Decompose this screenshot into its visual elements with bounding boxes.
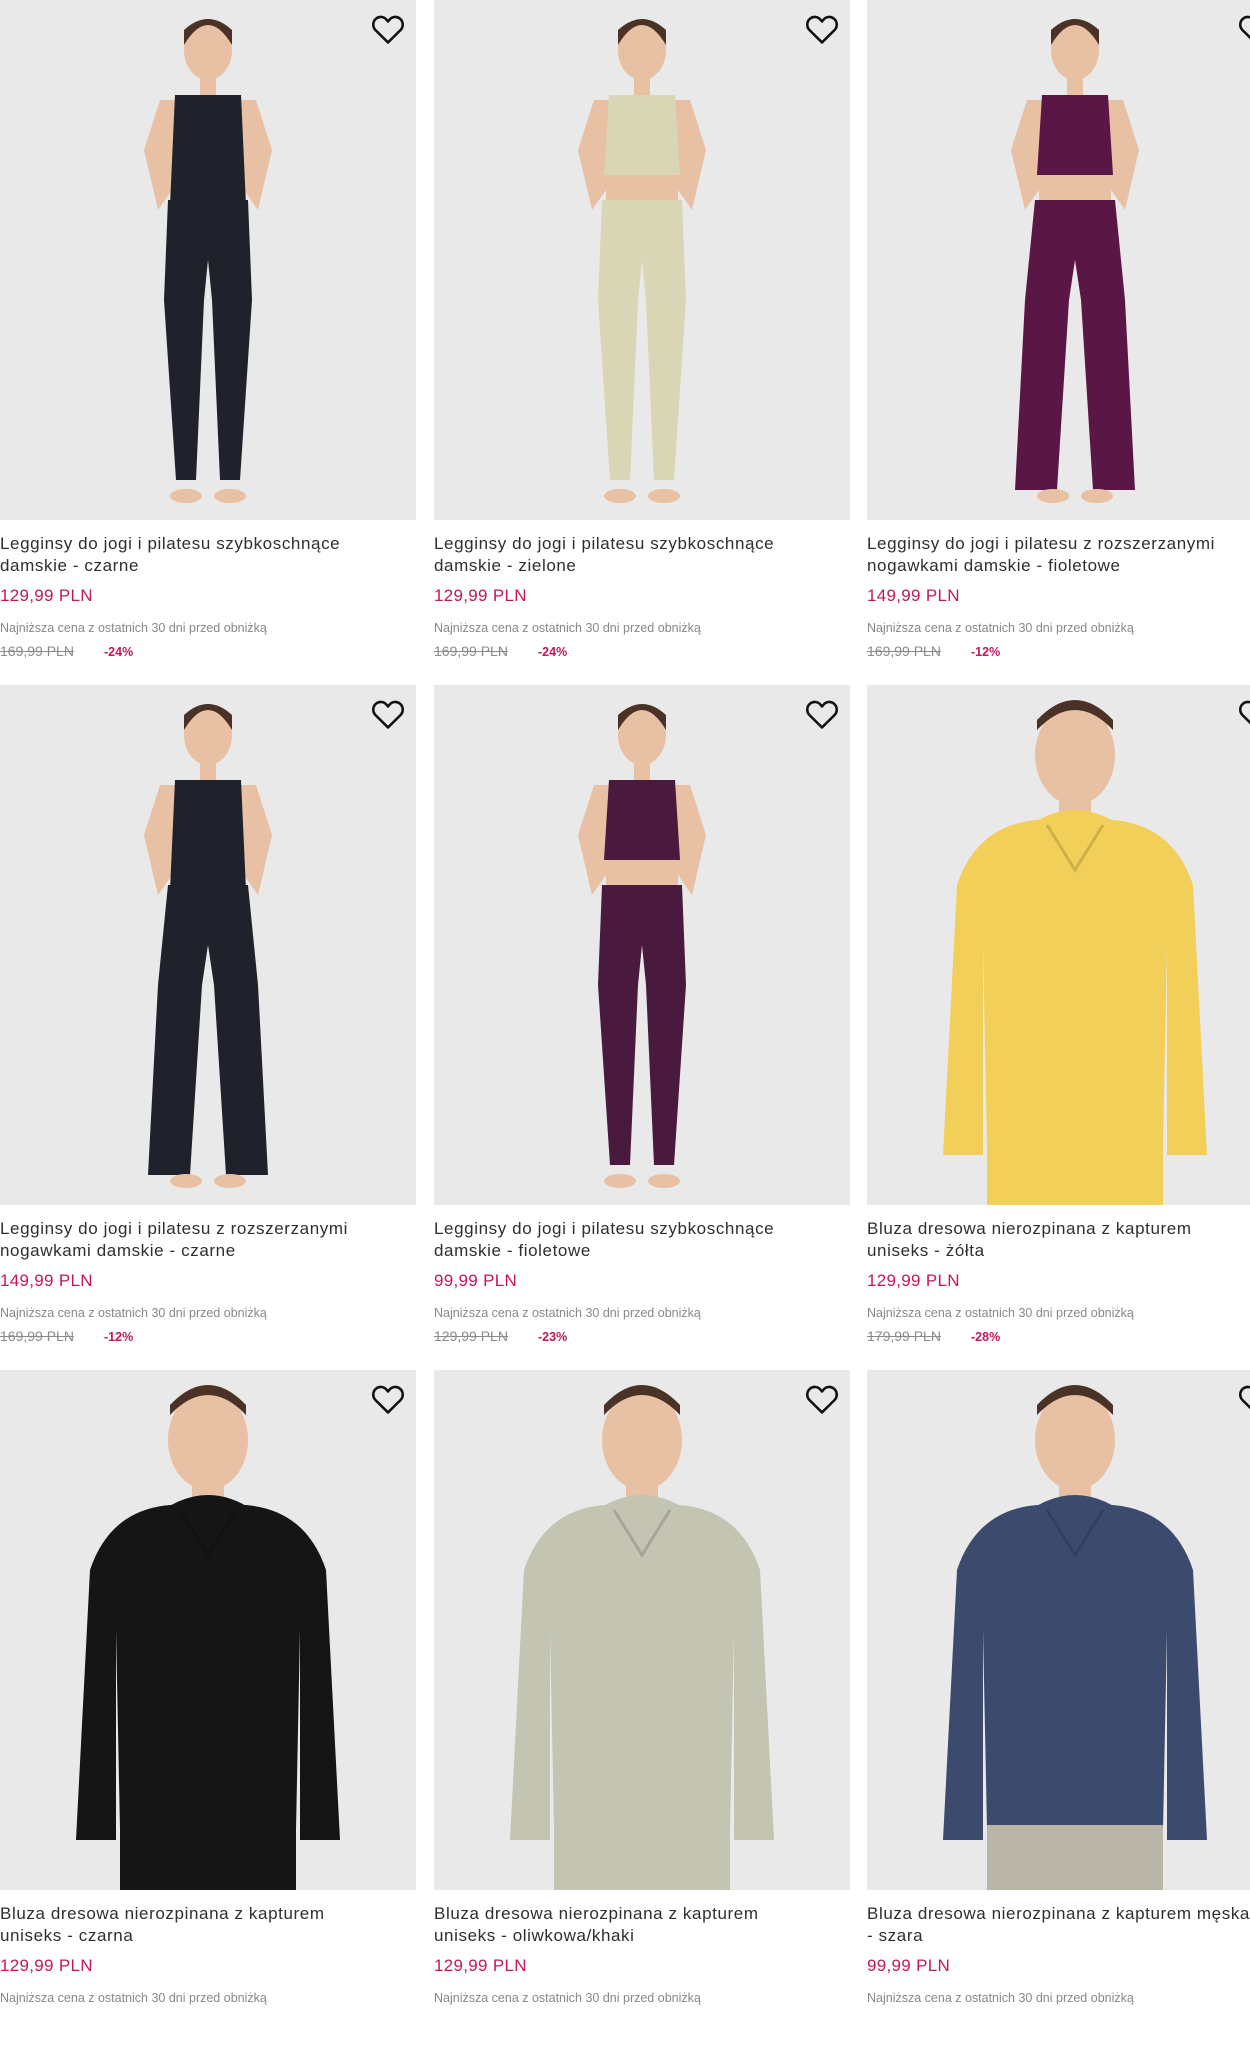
product-image[interactable] [434,1370,850,1890]
product-title[interactable]: Bluza dresowa nierozpinana z kapturem mę… [867,1903,1250,1947]
heart-outline-icon[interactable] [370,12,406,46]
lowest-price-label: Najniższa cena z ostatnich 30 dni przed … [867,1991,1134,2005]
product-card[interactable]: Bluza dresowa nierozpinana z kapturem mę… [867,1370,1250,2050]
product-image[interactable] [434,685,850,1205]
lowest-price-label: Najniższa cena z ostatnich 30 dni przed … [0,1991,267,2005]
product-title[interactable]: Legginsy do jogi i pilatesu z rozszerzan… [0,1218,416,1262]
lowest-price-label: Najniższa cena z ostatnich 30 dni przed … [867,621,1134,635]
lowest-price-label: Najniższa cena z ostatnich 30 dni przed … [0,1306,267,1320]
product-price: 149,99 PLN [0,1271,93,1290]
heart-outline-icon[interactable] [370,697,406,731]
product-price: 129,99 PLN [434,1956,527,1975]
heart-outline-icon[interactable] [804,12,840,46]
product-price: 129,99 PLN [0,586,93,605]
product-card[interactable]: Legginsy do jogi i pilatesu szybkoschnąc… [434,685,850,1365]
discount-badge: -23% [538,1330,568,1344]
product-image[interactable] [0,1370,416,1890]
product-card[interactable]: Bluza dresowa nierozpinana z kapturem un… [0,1370,416,2050]
product-price: 99,99 PLN [434,1271,518,1290]
heart-outline-icon[interactable] [370,1382,406,1416]
product-title[interactable]: Bluza dresowa nierozpinana z kapturem un… [434,1903,850,1947]
product-card[interactable]: Bluza dresowa nierozpinana z kapturem un… [434,1370,850,2050]
product-image[interactable] [867,1370,1250,1890]
old-price: 169,99 PLN [434,643,508,659]
lowest-price-label: Najniższa cena z ostatnich 30 dni przed … [867,1306,1134,1320]
product-image[interactable] [0,0,416,520]
product-title[interactable]: Bluza dresowa nierozpinana z kapturem un… [867,1218,1250,1262]
discount-badge: -12% [104,1330,134,1344]
product-title[interactable]: Legginsy do jogi i pilatesu z rozszerzan… [867,533,1250,577]
discount-badge: -28% [971,1330,1001,1344]
product-image[interactable] [0,685,416,1205]
product-price: 129,99 PLN [0,1956,93,1975]
discount-badge: -24% [538,645,568,659]
product-card[interactable]: Legginsy do jogi i pilatesu z rozszerzan… [867,0,1250,680]
old-price: 169,99 PLN [0,1328,74,1344]
heart-outline-icon[interactable] [804,1382,840,1416]
old-price: 169,99 PLN [867,643,941,659]
product-image[interactable] [867,685,1250,1205]
heart-outline-icon[interactable] [1237,1382,1250,1416]
product-card[interactable]: Legginsy do jogi i pilatesu z rozszerzan… [0,685,416,1365]
product-image[interactable] [434,0,850,520]
lowest-price-label: Najniższa cena z ostatnich 30 dni przed … [434,621,701,635]
product-title[interactable]: Legginsy do jogi i pilatesu szybkoschnąc… [434,533,850,577]
product-price: 129,99 PLN [867,1271,960,1290]
old-price: 169,99 PLN [0,643,74,659]
product-title[interactable]: Bluza dresowa nierozpinana z kapturem un… [0,1903,416,1947]
lowest-price-label: Najniższa cena z ostatnich 30 dni przed … [0,621,267,635]
lowest-price-label: Najniższa cena z ostatnich 30 dni przed … [434,1306,701,1320]
product-title[interactable]: Legginsy do jogi i pilatesu szybkoschnąc… [434,1218,850,1262]
old-price: 129,99 PLN [434,1328,508,1344]
heart-outline-icon[interactable] [1237,697,1250,731]
product-price: 99,99 PLN [867,1956,951,1975]
heart-outline-icon[interactable] [804,697,840,731]
product-image[interactable] [867,0,1250,520]
product-card[interactable]: Bluza dresowa nierozpinana z kapturem un… [867,685,1250,1365]
product-price: 129,99 PLN [434,586,527,605]
product-card[interactable]: Legginsy do jogi i pilatesu szybkoschnąc… [434,0,850,680]
old-price: 179,99 PLN [867,1328,941,1344]
product-price: 149,99 PLN [867,586,960,605]
product-title[interactable]: Legginsy do jogi i pilatesu szybkoschnąc… [0,533,416,577]
heart-outline-icon[interactable] [1237,12,1250,46]
discount-badge: -12% [971,645,1001,659]
discount-badge: -24% [104,645,134,659]
lowest-price-label: Najniższa cena z ostatnich 30 dni przed … [434,1991,701,2005]
product-card[interactable]: Legginsy do jogi i pilatesu szybkoschnąc… [0,0,416,680]
